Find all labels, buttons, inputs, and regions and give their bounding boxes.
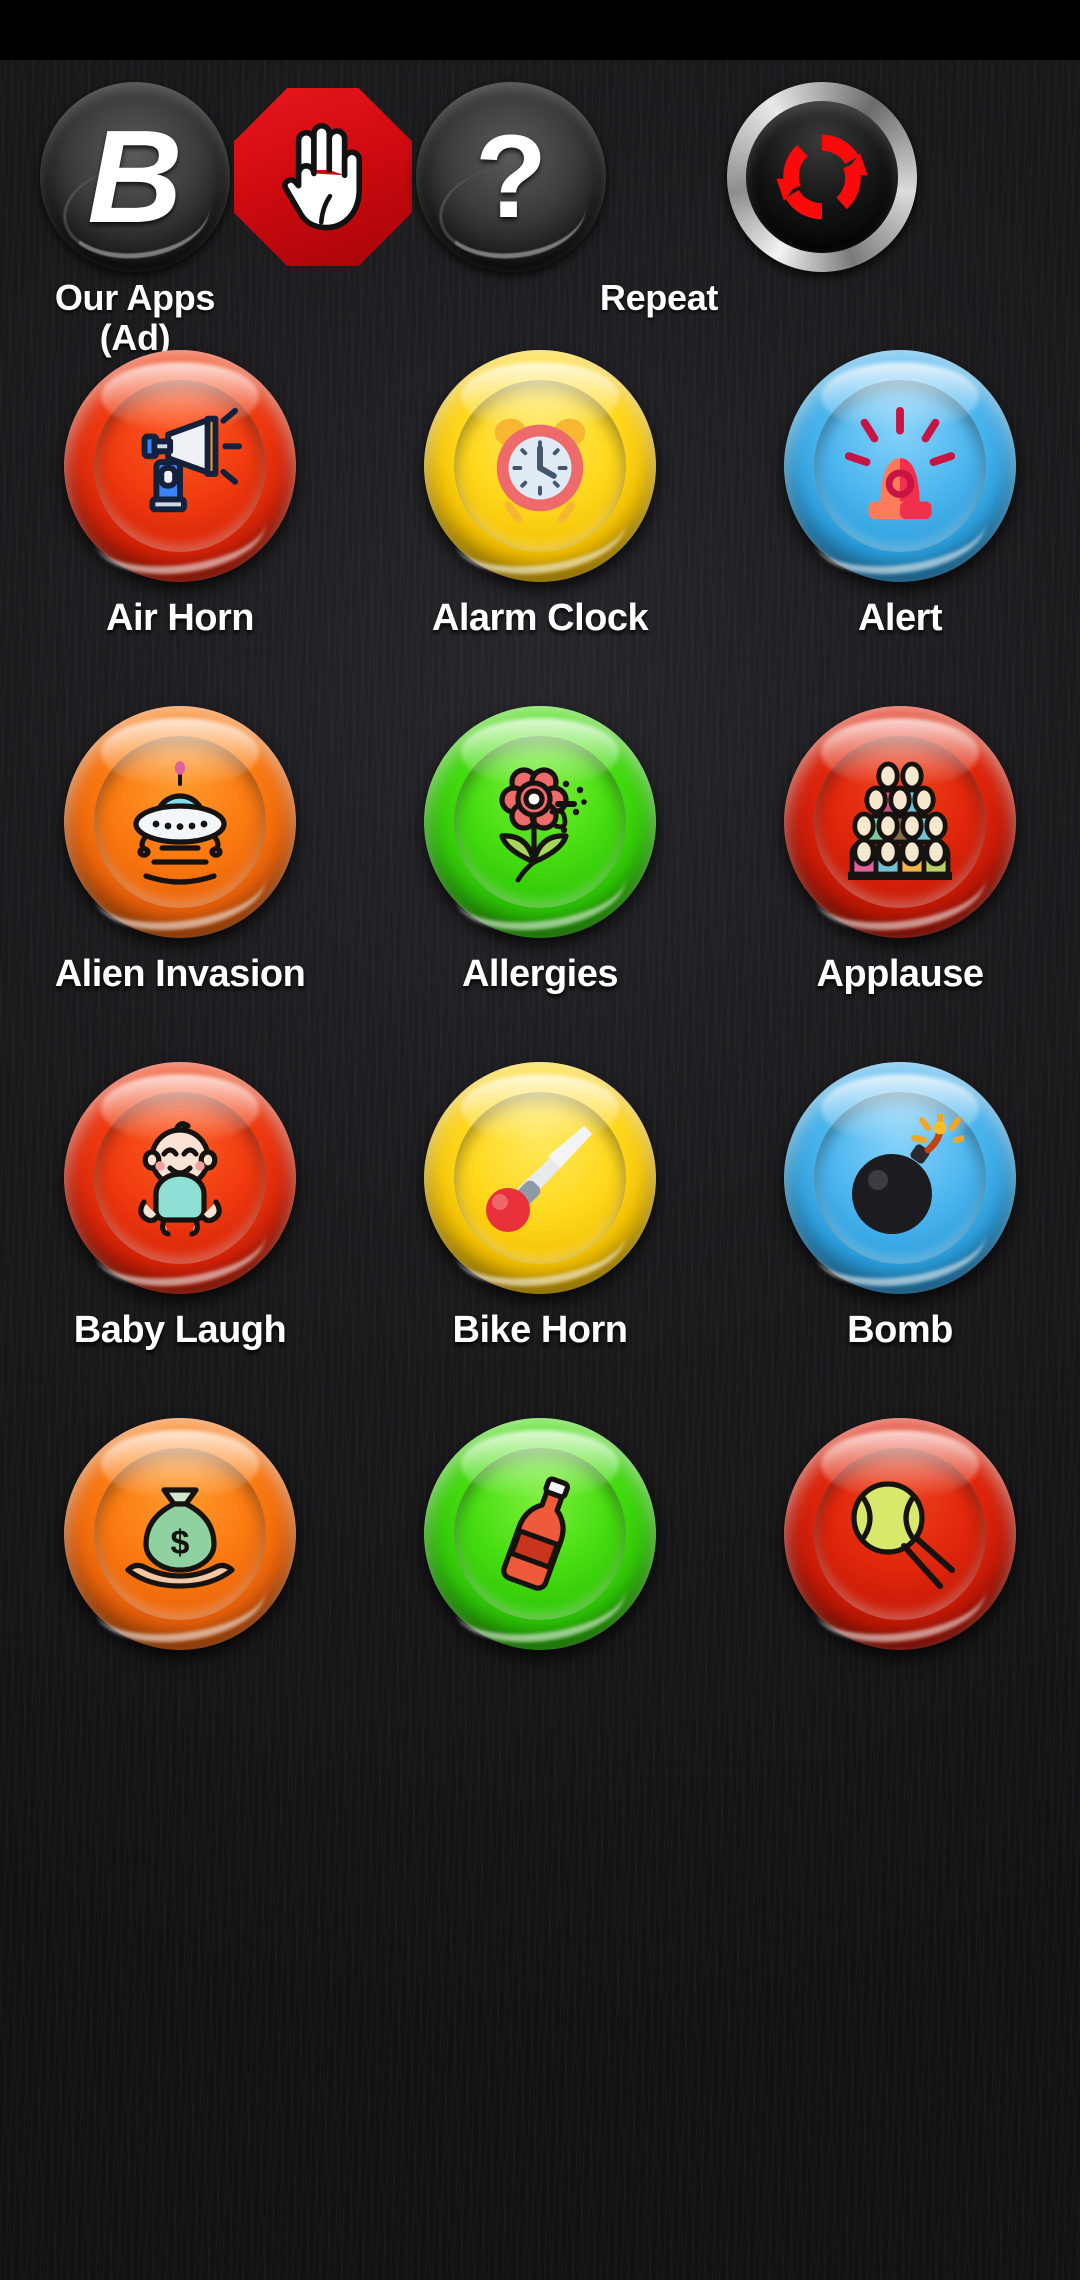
repeat-arrows-icon	[776, 134, 868, 220]
pad[interactable]	[424, 1418, 656, 1651]
pad[interactable]	[784, 1062, 1016, 1295]
sound-button-label: Applause	[816, 953, 984, 995]
sound-button-bank-cash[interactable]: $ Bank Cash	[0, 1418, 360, 1774]
bike-horn-icon	[475, 1113, 605, 1243]
sound-button-alarm-clock[interactable]: Alarm Clock	[360, 350, 720, 706]
pad[interactable]	[64, 706, 296, 939]
pad[interactable]: $	[64, 1418, 296, 1651]
flower-pollen-icon	[475, 757, 605, 887]
tennis-ball-icon	[835, 1469, 965, 1599]
soda-bottle-icon	[475, 1469, 605, 1599]
baby-icon	[115, 1113, 245, 1243]
repeat-loop-icon	[727, 82, 917, 272]
sound-button-label: Bike Horn	[452, 1309, 628, 1351]
pad[interactable]	[784, 706, 1016, 939]
sound-button-ball-hit[interactable]: Ball Hit	[720, 1418, 1080, 1774]
toolbar: B Our Apps (Ad) ? Repeat	[0, 60, 1080, 358]
sound-button-grid: Air Horn Alarm Clock Alert Alien Invasio…	[0, 350, 1080, 2280]
help-glyph: ?	[474, 111, 548, 243]
repeat-button[interactable]	[727, 82, 917, 272]
pad[interactable]	[424, 706, 656, 939]
alarm-clock-icon	[475, 401, 605, 531]
sound-button-alien-invasion[interactable]: Alien Invasion	[0, 706, 360, 1062]
pad[interactable]	[424, 1062, 656, 1295]
status-bar	[0, 0, 1080, 60]
repeat-face	[746, 101, 898, 253]
sound-button-label: Alarm Clock	[431, 597, 649, 639]
sound-button-label: Air Horn	[106, 597, 255, 639]
pad[interactable]	[784, 350, 1016, 583]
pad[interactable]	[64, 350, 296, 583]
sound-button-label: Baby Laugh	[73, 1309, 287, 1351]
sound-button-bike-horn[interactable]: Bike Horn	[360, 1062, 720, 1418]
sound-button-label: Alert	[857, 597, 943, 639]
ufo-icon	[115, 757, 245, 887]
toolbar-item-repeat[interactable]: Repeat	[564, 60, 1080, 350]
repeat-label: Repeat	[599, 277, 719, 318]
sound-button-applause[interactable]: Applause	[720, 706, 1080, 1062]
sound-button-label: Bomb	[847, 1309, 953, 1351]
sound-button-bottle-open[interactable]: Bottle Open	[360, 1418, 720, 1774]
siren-light-icon	[835, 401, 965, 531]
crowd-audience-icon	[835, 757, 965, 887]
sound-button-baby-laugh[interactable]: Baby Laugh	[0, 1062, 360, 1418]
pad[interactable]	[64, 1062, 296, 1295]
air-horn-icon	[115, 401, 245, 531]
sound-button-label: Alien Invasion	[54, 953, 306, 995]
sound-button-alert[interactable]: Alert	[720, 350, 1080, 706]
our-apps-glyph: B	[87, 103, 183, 250]
hand-icon	[282, 123, 363, 231]
sound-button-allergies[interactable]: Allergies	[360, 706, 720, 1062]
svg-text:$: $	[171, 1524, 190, 1562]
pad[interactable]	[784, 1418, 1016, 1651]
bomb-icon	[835, 1113, 965, 1243]
sound-button-label: Allergies	[461, 953, 619, 995]
app-root: B Our Apps (Ad) ? Repeat Air Horn Alarm …	[0, 0, 1080, 2280]
pad[interactable]	[424, 350, 656, 583]
sound-button-bomb[interactable]: Bomb	[720, 1062, 1080, 1418]
money-bag-icon: $	[115, 1469, 245, 1599]
sound-button-air-horn[interactable]: Air Horn	[0, 350, 360, 706]
